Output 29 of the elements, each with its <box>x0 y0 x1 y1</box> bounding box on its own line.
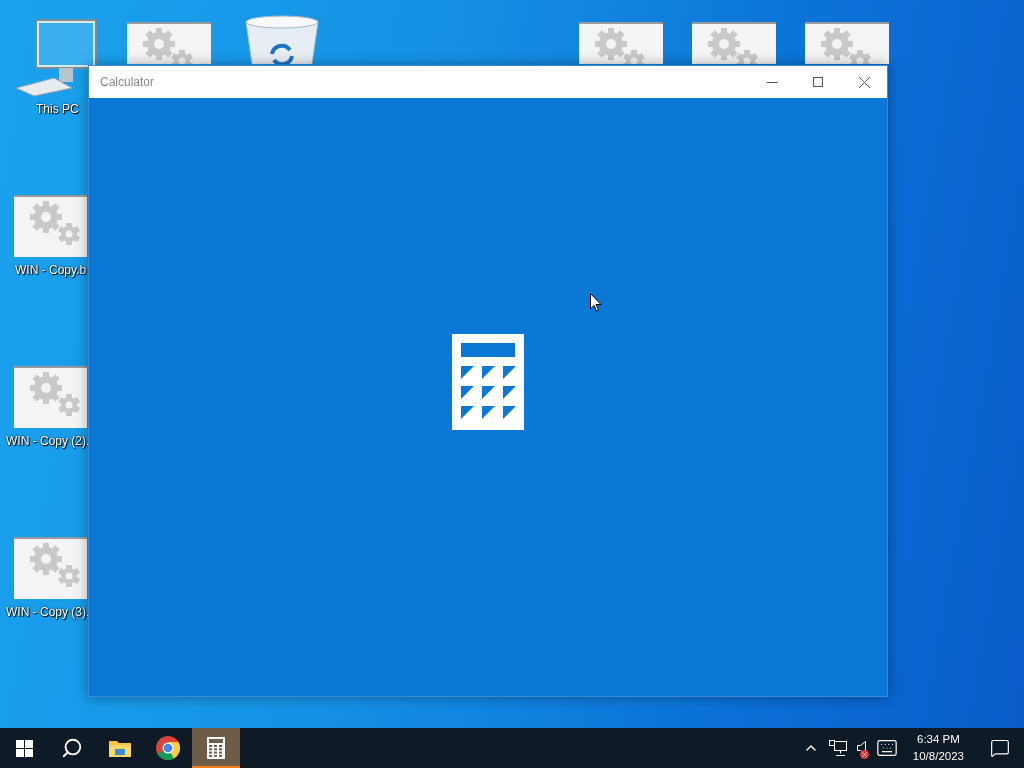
file-icon[interactable] <box>692 22 776 64</box>
file-icon[interactable] <box>14 366 87 428</box>
minimize-icon <box>766 81 778 83</box>
desktop-icon-label[interactable]: WIN - Copy.b <box>15 263 87 277</box>
calculator-icon <box>207 737 225 759</box>
desktop-icon-label[interactable]: WIN - Copy (3). <box>6 605 90 619</box>
folder-icon <box>109 739 131 757</box>
file-icon[interactable] <box>579 22 663 64</box>
calculator-icon <box>452 334 524 430</box>
maximize-icon <box>813 77 823 87</box>
window-title: Calculator <box>99 75 156 89</box>
file-icon[interactable] <box>14 537 87 599</box>
windows-logo-icon <box>15 739 33 757</box>
search-icon <box>61 737 83 759</box>
close-icon <box>858 76 870 88</box>
desktop-icon-label[interactable]: This PC <box>36 102 79 116</box>
clock[interactable]: 6:34 PM 10/8/2023 <box>904 728 972 768</box>
muted-icon <box>859 750 869 759</box>
browser-icon <box>156 736 180 760</box>
cursor-icon <box>590 293 602 312</box>
desktop-icon-label[interactable]: WIN - Copy (2). <box>6 434 90 448</box>
file-icon[interactable] <box>14 195 87 257</box>
keyboard-icon <box>875 737 898 759</box>
network-icon <box>828 740 847 756</box>
recycle-bin-icon[interactable] <box>244 12 320 64</box>
computer-icon[interactable] <box>14 16 100 98</box>
file-icon[interactable] <box>127 22 211 64</box>
taskbar-button[interactable] <box>192 728 240 768</box>
notification-icon <box>990 738 1010 758</box>
